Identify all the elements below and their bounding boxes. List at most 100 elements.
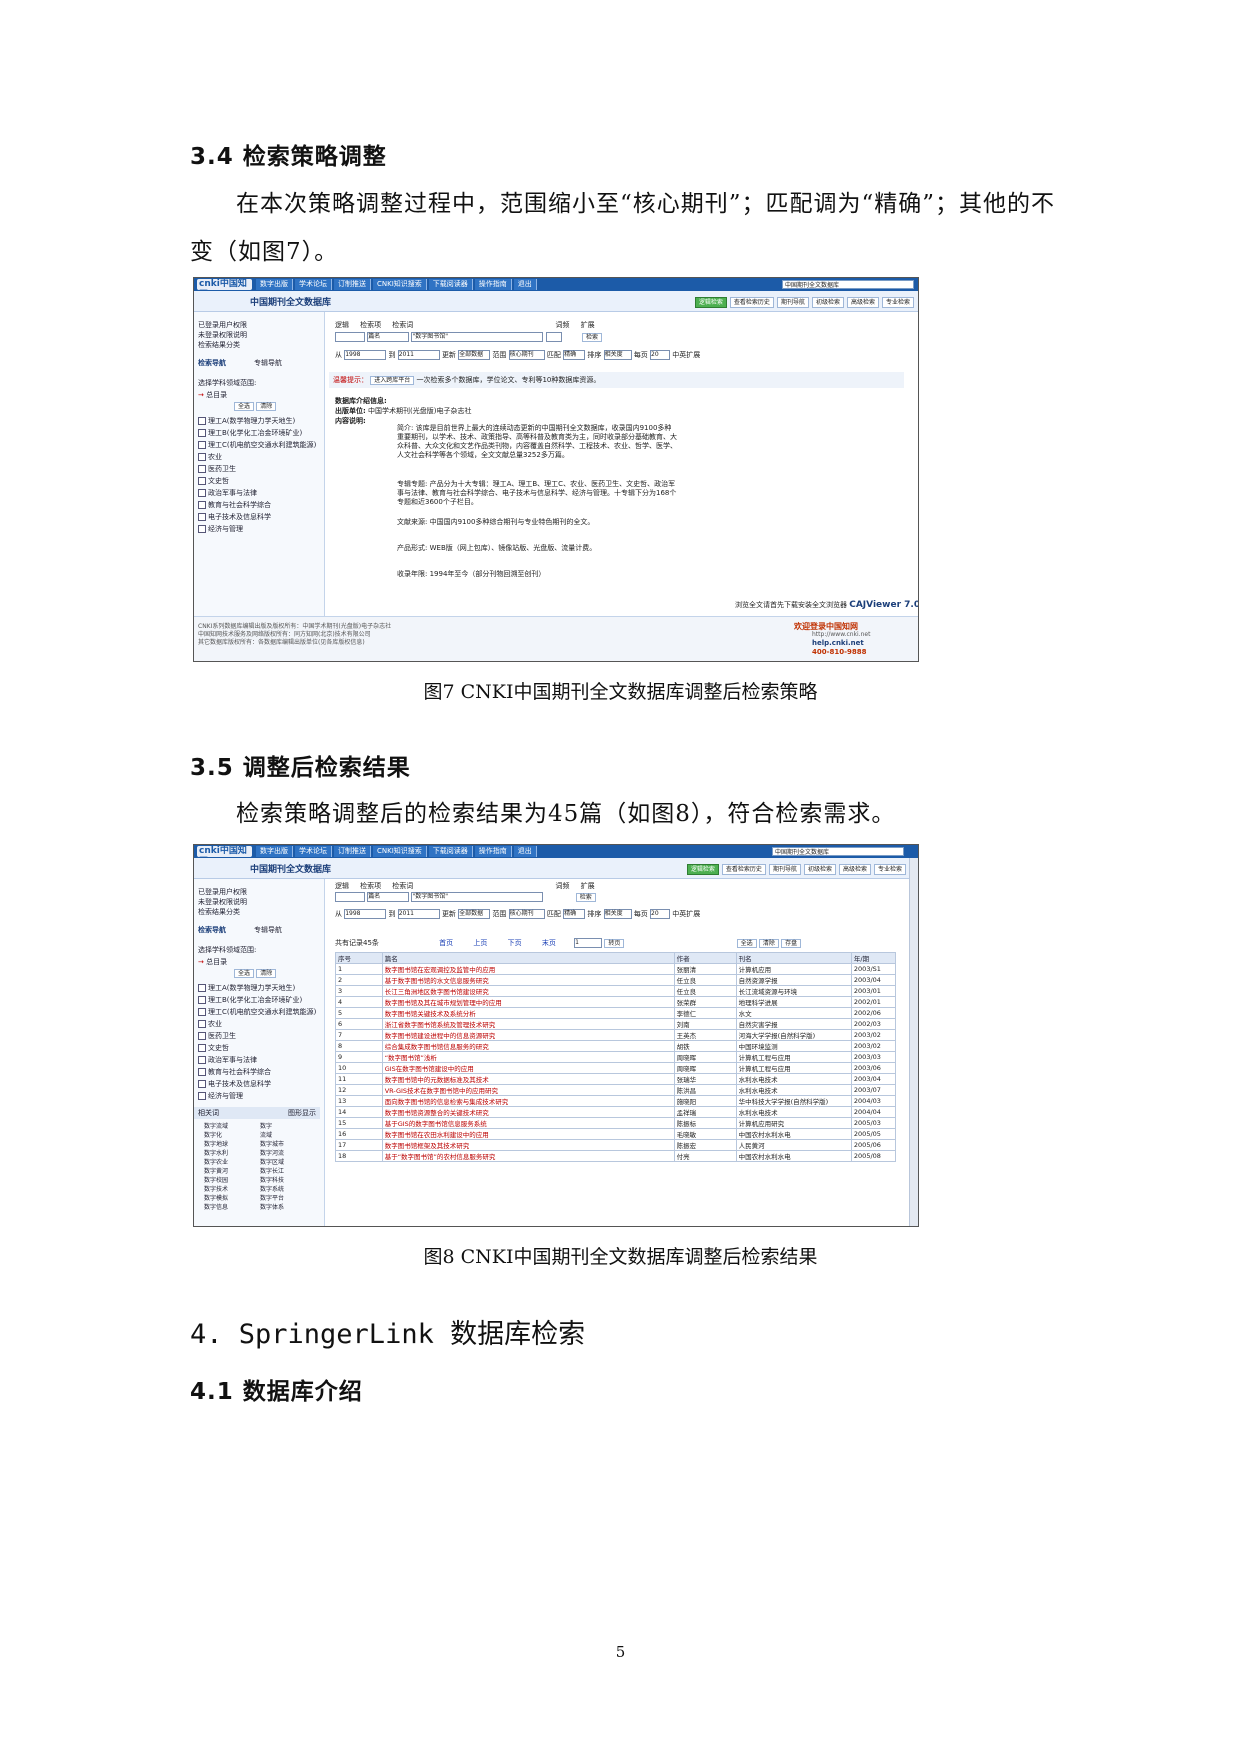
left-link[interactable]: 检索结果分类 (198, 907, 240, 917)
nav-tab[interactable]: 下载阅读器 (428, 846, 473, 857)
row-title[interactable]: 数字图书馆中的元数据标准及其技术 (381, 1073, 675, 1085)
row-title[interactable]: 浙江省数字图书馆系统及管理技术研究 (381, 1018, 675, 1030)
table-row[interactable]: 12 VR-GIS技术在数字图书馆中的应用研究 陈洪昌 水利水电技术 2003/07 (335, 1084, 897, 1096)
left-link[interactable]: 未登录权限说明 (198, 897, 247, 907)
row-title[interactable]: “数字图书馆”浅析 (381, 1051, 675, 1063)
related-term[interactable]: 数字农业 (204, 1157, 228, 1166)
next-page-link[interactable]: 下页 (508, 939, 522, 947)
table-row[interactable]: 18 基于“数字图书馆”的农村信息服务研究 付亮 中国农村水利水电 2005/08 (335, 1150, 897, 1162)
subject-checkbox[interactable]: 政治军事与法律 (198, 488, 257, 498)
subject-checkbox[interactable]: 经济与管理 (198, 524, 243, 534)
subject-checkbox[interactable]: 文史哲 (198, 1043, 229, 1053)
save-results-button[interactable]: 存盘 (781, 939, 802, 948)
search-button[interactable]: 检索 (575, 893, 596, 902)
database-select[interactable]: 中国期刊全文数据库 (782, 280, 914, 289)
page-input[interactable]: 1 (574, 938, 603, 948)
col-index[interactable]: 序号 (335, 952, 383, 964)
subject-checkbox[interactable]: 电子技术及信息科学 (198, 1079, 271, 1089)
first-page-link[interactable]: 首页 (439, 939, 453, 947)
select-all-results-button[interactable]: 全选 (736, 939, 757, 948)
related-term[interactable]: 数字化 (204, 1130, 222, 1139)
related-term[interactable]: 数字平台 (260, 1193, 284, 1202)
logic-search-button[interactable]: 逻辑检索 (686, 864, 719, 875)
table-row[interactable]: 7 数字图书馆建设进程中的信息资源研究 王英杰 河海大学学报(自然科学版) 2003/0… (335, 1029, 897, 1041)
table-row[interactable]: 11 数字图书馆中的元数据标准及其技术 张瑞华 水利水电技术 2003/04 (335, 1073, 897, 1085)
expert-search-button[interactable]: 专业检索 (881, 297, 914, 308)
select-all-button[interactable]: 全选 清除 (234, 402, 277, 411)
subject-checkbox[interactable]: 教育与社会科学综合 (198, 500, 271, 510)
related-term[interactable]: 数字城市 (260, 1139, 284, 1148)
nav-tab[interactable]: 学术论坛 (295, 846, 332, 857)
advanced-search-button[interactable]: 高级检索 (838, 864, 871, 875)
search-button[interactable]: 检索 (581, 333, 602, 342)
table-row[interactable]: 5 数字图书馆关键技术及系统分析 李德仁 水文 2002/06 (335, 1007, 897, 1019)
row-title[interactable]: 长江三角洲地区数字图书馆建设研究 (381, 985, 675, 997)
table-row[interactable]: 6 浙江省数字图书馆系统及管理技术研究 刘南 自然灾害学报 2002/03 (335, 1018, 897, 1030)
related-term[interactable]: 数字模拟 (204, 1193, 228, 1202)
nav-tab[interactable]: 下载阅读器 (428, 279, 473, 290)
root-catalog[interactable]: → 总目录 (198, 390, 227, 400)
row-title[interactable]: 数字图书馆关键技术及系统分析 (381, 1007, 675, 1019)
row-title[interactable]: VR-GIS技术在数字图书馆中的应用研究 (381, 1084, 675, 1096)
nav-tab[interactable]: 操作指南 (474, 846, 512, 857)
nav-tab[interactable]: 退出 (513, 846, 537, 857)
subject-checkbox[interactable]: 政治军事与法律 (198, 1055, 257, 1065)
table-row[interactable]: 3 长江三角洲地区数字图书馆建设研究 任立良 长江流域资源与环境 2003/01 (335, 985, 897, 997)
nav-tab[interactable]: 订制推送 (334, 846, 371, 857)
table-row[interactable]: 9 “数字图书馆”浅析 周晓晖 计算机工程与应用 2003/03 (335, 1051, 897, 1063)
results-scrollbar[interactable] (909, 858, 918, 1226)
table-row[interactable]: 2 基于数字图书馆的水文信息服务研究 任立良 自然资源学报 2003/04 (335, 974, 897, 986)
related-term[interactable]: 数字 (260, 1121, 272, 1130)
left-link[interactable]: 已登录用户权限 (198, 887, 247, 897)
subject-checkbox[interactable]: 理工A(数学物理力学天地生) (198, 983, 295, 993)
related-term[interactable]: 数字区域 (260, 1157, 284, 1166)
table-row[interactable]: 13 面向数字图书馆的信息检索与集成技术研究 施晓阳 华中科技大学学报(自然科学版) 2… (335, 1095, 897, 1107)
related-term[interactable]: 数字黄河 (204, 1166, 228, 1175)
table-row[interactable]: 1 数字图书馆在宏观调控及监管中的应用 张丽清 计算机应用 2003/S1 (335, 963, 897, 975)
subject-checkbox[interactable]: 理工C(机电航空交通水利建筑能源) (198, 1007, 316, 1017)
subject-checkbox[interactable]: 农业 (198, 1019, 222, 1029)
subject-checkbox[interactable]: 文史哲 (198, 476, 229, 486)
left-link[interactable]: 未登录权限说明 (198, 330, 247, 340)
nav-tab[interactable]: CNKI知识搜索 (373, 846, 427, 857)
col-journal[interactable]: 刊名 (735, 952, 852, 964)
last-page-link[interactable]: 末页 (542, 939, 556, 947)
subject-checkbox[interactable]: 理工A(数学物理力学天地生) (198, 416, 295, 426)
table-row[interactable]: 15 基于GIS的数字图书馆信息服务系统 陈振标 计算机应用研究 2005/03 (335, 1117, 897, 1129)
search-nav-tab[interactable]: 检索导航 (198, 358, 226, 368)
row-title[interactable]: 基于数字图书馆的水文信息服务研究 (381, 974, 675, 986)
table-row[interactable]: 8 综合集成数字图书馆信息服务的研究 胡铁 中国环境监测 2003/02 (335, 1040, 897, 1052)
go-page-button[interactable]: 转页 (604, 939, 625, 948)
row-title[interactable]: 数字图书馆及其在城市规划管理中的应用 (381, 996, 675, 1008)
col-author[interactable]: 作者 (673, 952, 737, 964)
search-nav-tab[interactable]: 检索导航 (198, 925, 226, 935)
search-term-input[interactable]: "数字图书馆" (411, 332, 544, 342)
subject-checkbox[interactable]: 理工C(机电航空交通水利建筑能源) (198, 440, 316, 450)
table-row[interactable]: 17 数字图书馆框架及其技术研究 陈振宏 人民黄河 2005/06 (335, 1139, 897, 1151)
nav-tab[interactable]: 学术论坛 (295, 279, 332, 290)
advanced-search-button[interactable]: 高级检索 (846, 297, 879, 308)
album-nav-tab[interactable]: 专辑导航 (254, 358, 282, 368)
row-title[interactable]: GIS在数字图书馆建设中的应用 (381, 1062, 675, 1074)
table-row[interactable]: 10 GIS在数字图书馆建设中的应用 周晓晖 计算机工程与应用 2003/06 (335, 1062, 897, 1074)
row-title[interactable]: 数字图书馆建设进程中的信息资源研究 (381, 1029, 675, 1041)
nav-tab[interactable]: CNKI知识搜索 (373, 279, 427, 290)
related-term[interactable]: 数字校园 (204, 1175, 228, 1184)
related-term[interactable]: 数字系统 (260, 1184, 284, 1193)
expert-search-button[interactable]: 专业检索 (873, 864, 906, 875)
related-term[interactable]: 数字长江 (260, 1166, 284, 1175)
row-title[interactable]: 基于“数字图书馆”的农村信息服务研究 (381, 1150, 675, 1162)
history-button[interactable]: 查看检索历史 (729, 297, 774, 308)
subject-checkbox[interactable]: 电子技术及信息科学 (198, 512, 271, 522)
related-term[interactable]: 数字河流 (260, 1148, 284, 1157)
history-button[interactable]: 查看检索历史 (721, 864, 766, 875)
select-all-button[interactable]: 全选 清除 (234, 969, 277, 978)
album-nav-tab[interactable]: 专辑导航 (254, 925, 282, 935)
row-title[interactable]: 数字图书馆资源整合的关键技术研究 (381, 1106, 675, 1118)
subject-checkbox[interactable]: 理工B(化学化工冶金环境矿业) (198, 995, 302, 1005)
table-row[interactable]: 14 数字图书馆资源整合的关键技术研究 孟祥瑞 水利水电技术 2004/04 (335, 1106, 897, 1118)
col-title[interactable]: 篇名 (381, 952, 675, 964)
cross-db-button[interactable]: 进入跨库平台 (370, 376, 415, 385)
nav-tab[interactable]: 操作指南 (474, 279, 512, 290)
nav-tab[interactable]: 退出 (513, 279, 537, 290)
